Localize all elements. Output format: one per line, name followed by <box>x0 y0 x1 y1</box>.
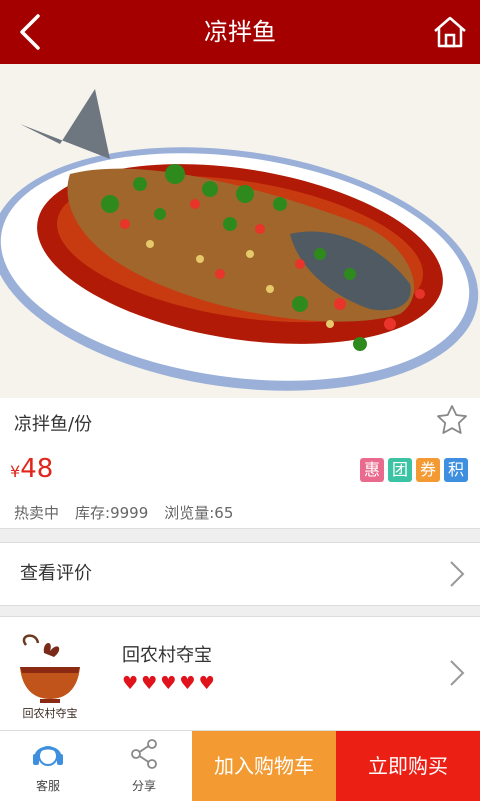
heart-icon: ♥ <box>198 673 215 694</box>
shop-logo-text: 回农村夺宝 <box>23 706 78 719</box>
shop-name: 回农村夺宝 <box>122 645 212 666</box>
top-bar: 凉拌鱼 <box>0 0 480 64</box>
heart-icon: ♥ <box>179 673 196 694</box>
product-stats: 热卖中 库存:9999 浏览量:65 <box>14 502 233 523</box>
currency-symbol: ¥ <box>10 462 21 481</box>
heart-icon: ♥ <box>122 673 139 694</box>
share-button[interactable]: 分享 <box>96 731 192 801</box>
view-reviews-row[interactable]: 查看评价 <box>0 542 480 606</box>
tag-points: 积 <box>444 458 468 482</box>
share-label: 分享 <box>131 779 156 793</box>
shop-logo: 回农村夺宝 <box>20 634 80 719</box>
headset-icon <box>33 746 63 766</box>
tag-coupon: 券 <box>416 458 440 482</box>
promo-tags: 惠 团 券 积 <box>360 458 468 482</box>
sale-status: 热卖中 <box>14 504 60 522</box>
share-icon <box>131 739 157 769</box>
product-info: 凉拌鱼/份 ¥48 惠 团 券 积 热卖中 库存:9999 浏览量:65 <box>0 398 480 529</box>
fish-dish-illustration <box>0 64 480 398</box>
heart-icon: ♥ <box>141 673 158 694</box>
page-title: 凉拌鱼 <box>204 18 276 46</box>
customer-service-label: 客服 <box>35 779 60 793</box>
buy-now-button[interactable]: 立即购买 <box>336 731 480 801</box>
stock-count: 库存:9999 <box>75 504 149 522</box>
tag-discount: 惠 <box>360 458 384 482</box>
view-reviews-label: 查看评价 <box>20 563 92 584</box>
tag-group: 团 <box>388 458 412 482</box>
price-amount: 48 <box>20 454 54 484</box>
chevron-right-icon <box>450 561 465 587</box>
bottom-action-bar: 客服 分享 加入购物车 立即购买 <box>0 730 480 801</box>
home-icon[interactable] <box>432 14 468 50</box>
shop-row[interactable]: 回农村夺宝 回农村夺宝 ♥ ♥ ♥ ♥ ♥ <box>0 616 480 731</box>
shop-rating: ♥ ♥ ♥ ♥ ♥ <box>122 673 215 695</box>
product-name: 凉拌鱼/份 <box>14 414 93 435</box>
view-count: 浏览量:65 <box>164 504 234 522</box>
heart-icon: ♥ <box>160 673 177 694</box>
product-image[interactable] <box>0 64 480 398</box>
product-price: ¥48 <box>10 454 53 484</box>
customer-service-button[interactable]: 客服 <box>0 731 96 801</box>
add-to-cart-button[interactable]: 加入购物车 <box>192 731 336 801</box>
favorite-star-icon[interactable] <box>436 404 468 436</box>
chevron-right-icon <box>450 660 465 686</box>
